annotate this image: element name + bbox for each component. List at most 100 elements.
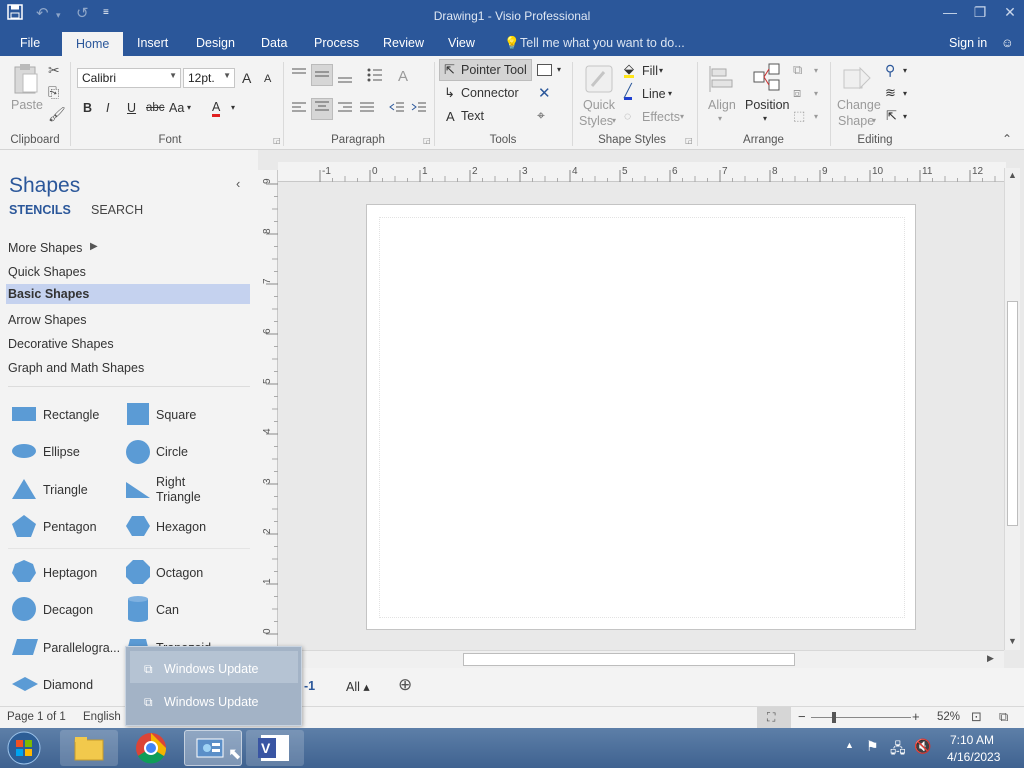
category-decorative-shapes[interactable]: Decorative Shapes — [8, 337, 114, 351]
shape-can[interactable]: Can — [156, 603, 179, 617]
shape-square[interactable]: Square — [156, 408, 196, 422]
vertical-scrollbar[interactable]: ▲ ▼ — [1004, 168, 1020, 650]
italic-button[interactable]: I — [106, 101, 109, 115]
minimize-icon[interactable]: — — [935, 4, 965, 20]
font-color-button[interactable]: A — [212, 100, 221, 117]
group-icon[interactable]: ⬚ — [793, 108, 805, 124]
vertical-scroll-thumb[interactable] — [1007, 301, 1018, 526]
effects-icon[interactable]: ◌ — [624, 109, 631, 123]
scroll-right-icon[interactable]: ▶ — [987, 653, 994, 664]
zoom-out-icon[interactable]: − — [798, 709, 806, 724]
network-icon[interactable]: 🖧 — [890, 738, 906, 762]
page-indicator[interactable]: Page 1 of 1 — [7, 711, 66, 723]
tab-file[interactable]: File — [20, 36, 40, 50]
text-direction-button[interactable]: A — [398, 68, 408, 85]
hexagon-shape-icon[interactable] — [125, 514, 151, 538]
select-icon[interactable]: ⇱ — [886, 108, 897, 124]
popup-item-windows-update-2[interactable]: Windows Update — [164, 695, 259, 709]
position-icon[interactable] — [752, 62, 782, 97]
category-more-shapes[interactable]: More Shapes — [8, 241, 82, 255]
bullets-icon[interactable] — [366, 66, 384, 87]
close-icon[interactable]: ✕ — [995, 4, 1024, 21]
rectangle-tool-icon[interactable] — [537, 64, 552, 76]
tab-process[interactable]: Process — [314, 36, 359, 50]
effects-dropdown-icon[interactable]: ▾ — [680, 112, 684, 121]
align-middle-icon[interactable] — [311, 64, 333, 86]
zoom-slider[interactable] — [811, 717, 911, 718]
shape-hexagon[interactable]: Hexagon — [156, 520, 206, 534]
shape-triangle[interactable]: Triangle — [43, 483, 88, 497]
change-shape-button[interactable]: Change — [837, 98, 881, 112]
shape-circle[interactable]: Circle — [156, 445, 188, 459]
visio-taskbar-button[interactable]: V — [246, 730, 304, 766]
chrome-taskbar-button[interactable] — [122, 730, 180, 766]
tray-expand-icon[interactable]: ▲ — [845, 740, 854, 750]
align-button[interactable]: Align — [708, 98, 736, 112]
rectangle-tool-dropdown-icon[interactable]: ▾ — [557, 65, 561, 74]
grow-font-button[interactable]: A — [242, 70, 251, 86]
category-basic-shapes[interactable]: Basic Shapes — [6, 284, 250, 304]
parallelogram-shape-icon[interactable] — [11, 638, 39, 656]
connector-button[interactable]: Connector — [461, 86, 519, 100]
start-button[interactable] — [4, 730, 48, 766]
line-button[interactable]: Line — [642, 87, 666, 101]
change-shape-dropdown-icon[interactable]: ▾ — [872, 116, 876, 125]
clock-time[interactable]: 7:10 AM — [950, 733, 994, 747]
pointer-tool-button[interactable]: ⇱ Pointer Tool — [439, 59, 532, 81]
tab-home[interactable]: Home — [62, 32, 124, 57]
horizontal-scrollbar[interactable]: ▶ — [278, 650, 1004, 668]
shape-parallelogram[interactable]: Parallelogra... — [43, 641, 120, 655]
shape-ellipse[interactable]: Ellipse — [43, 445, 80, 459]
popup-item-windows-update-1[interactable]: Windows Update — [164, 662, 259, 676]
triangle-shape-icon[interactable] — [11, 478, 37, 500]
file-explorer-taskbar-button[interactable] — [60, 730, 118, 766]
quick-styles-dropdown-icon[interactable]: ▾ — [612, 116, 616, 125]
action-center-icon[interactable]: ⚑ — [866, 738, 879, 755]
circle-shape-icon[interactable] — [125, 439, 151, 465]
send-backward-icon[interactable]: ⧈ — [793, 85, 801, 101]
decagon-shape-icon[interactable] — [11, 596, 37, 622]
add-page-icon[interactable]: ⊕ — [398, 675, 412, 695]
select-dropdown-icon[interactable]: ▾ — [903, 112, 907, 121]
diamond-shape-icon[interactable] — [11, 676, 39, 692]
shape-styles-dialog-launcher-icon[interactable]: ◲ — [685, 136, 693, 145]
position-button[interactable]: Position — [745, 98, 789, 112]
tab-insert[interactable]: Insert — [137, 36, 168, 50]
clock-date[interactable]: 4/16/2023 — [947, 750, 1000, 764]
copy-icon[interactable]: ⎘ — [48, 84, 59, 101]
change-case-dropdown-icon[interactable]: ▾ — [187, 103, 191, 112]
scroll-up-icon[interactable]: ▲ — [1008, 170, 1017, 180]
layers-dropdown-icon[interactable]: ▾ — [903, 89, 907, 98]
effects-button[interactable]: Effects — [642, 110, 680, 124]
shape-diamond[interactable]: Diamond — [43, 678, 93, 692]
text-tool-icon[interactable]: A — [446, 109, 455, 124]
align-bottom-icon[interactable] — [336, 68, 354, 87]
right-triangle-shape-icon[interactable] — [125, 481, 151, 499]
tab-search[interactable]: SEARCH — [91, 203, 143, 217]
quick-styles-icon[interactable] — [584, 64, 614, 97]
text-tool-button[interactable]: Text — [461, 109, 484, 123]
language-indicator[interactable]: English — [83, 711, 121, 723]
square-shape-icon[interactable] — [125, 402, 151, 426]
align-center-icon[interactable] — [311, 98, 333, 120]
presentation-mode-button[interactable]: ⛶ — [757, 707, 791, 728]
ellipse-shape-icon[interactable] — [11, 442, 37, 460]
bring-forward-dropdown-icon[interactable]: ▾ — [814, 66, 818, 75]
increase-indent-icon[interactable] — [410, 100, 428, 119]
pentagon-shape-icon[interactable] — [11, 514, 37, 538]
fill-button[interactable]: Fill — [642, 64, 658, 78]
zoom-in-icon[interactable]: + — [912, 709, 920, 724]
tab-design[interactable]: Design — [196, 36, 235, 50]
align-left-icon[interactable] — [290, 100, 308, 119]
horizontal-scroll-thumb[interactable] — [463, 653, 795, 666]
collapse-ribbon-icon[interactable]: ⌃ — [1002, 132, 1012, 146]
bold-button[interactable]: B — [83, 101, 92, 115]
change-shape-icon[interactable] — [842, 64, 872, 97]
shape-decagon[interactable]: Decagon — [43, 603, 93, 617]
font-color-dropdown-icon[interactable]: ▾ — [231, 103, 235, 112]
align-dropdown-icon[interactable]: ▾ — [718, 114, 722, 123]
connection-point-icon[interactable]: ✕ — [538, 84, 551, 102]
paste-icon[interactable] — [12, 62, 40, 94]
category-quick-shapes[interactable]: Quick Shapes — [8, 265, 86, 279]
font-dialog-launcher-icon[interactable]: ◲ — [273, 136, 281, 145]
